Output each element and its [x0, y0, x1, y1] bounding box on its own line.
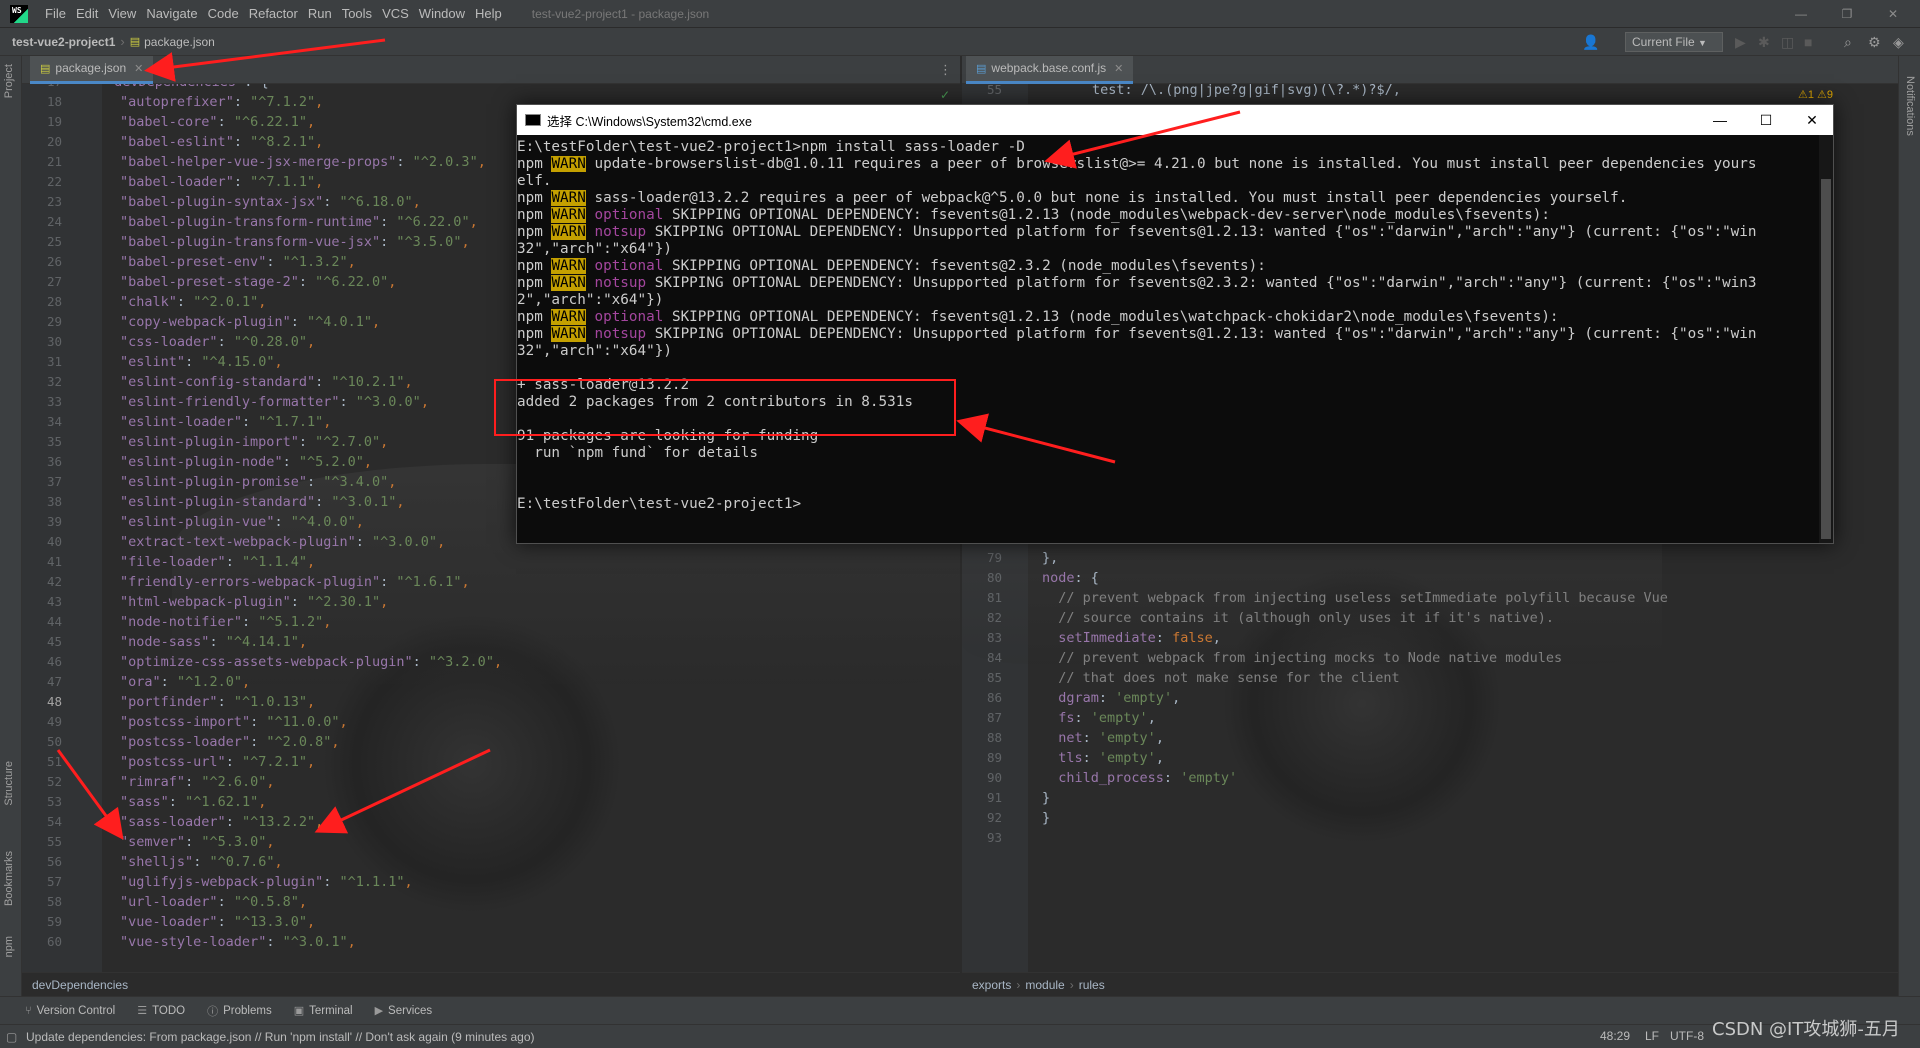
arrow-to-install-command: [1044, 110, 1241, 169]
arrow-to-install-result: [956, 413, 1116, 464]
watermark: CSDN @IT攻城狮-五月: [1712, 1019, 1900, 1040]
annotation-arrows: [56, 38, 1241, 840]
arrow-to-package-tab: [144, 38, 386, 82]
arrow-to-sass-loader-left: [56, 749, 124, 840]
arrow-to-sass-loader-right: [314, 748, 491, 834]
